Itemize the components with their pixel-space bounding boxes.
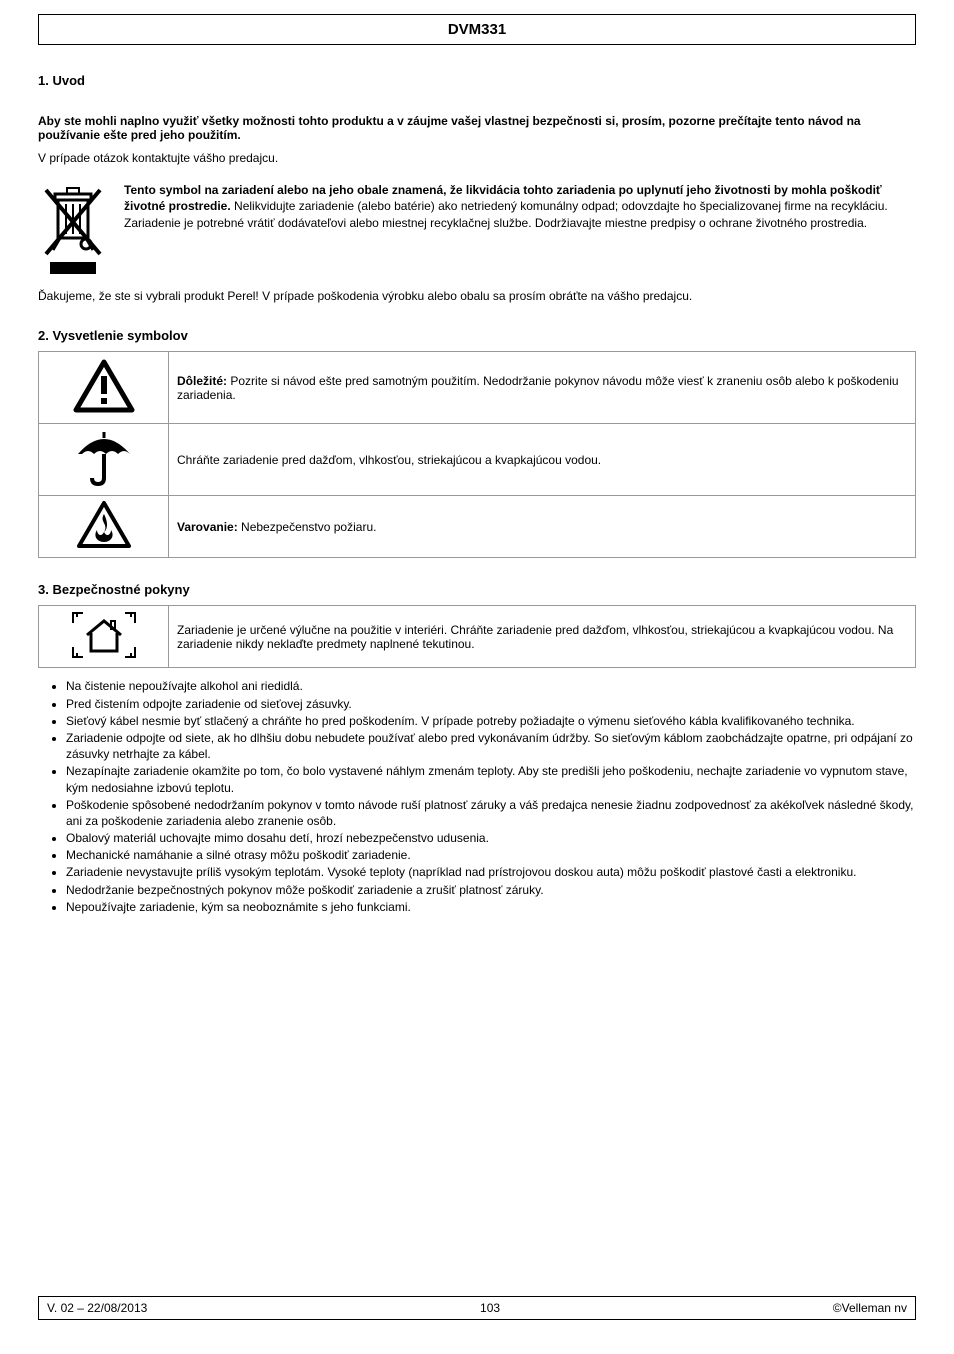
- list-item: Nepoužívajte zariadenie, kým sa neobozná…: [66, 899, 916, 915]
- page-title-box: DVM331: [38, 14, 916, 45]
- warning-icon-cell: [39, 352, 169, 424]
- warning-text-cell: Dôležité: Pozrite si návod ešte pred sam…: [169, 352, 916, 424]
- fire-text-cell: Varovanie: Nebezpečenstvo požiaru.: [169, 496, 916, 558]
- row-rest: Pozrite si návod ešte pred samotným použ…: [177, 374, 899, 402]
- table-row: Chráňte zariadenie pred dažďom, vlhkosťo…: [39, 424, 916, 496]
- weee-icon: [38, 182, 108, 282]
- section3-heading: 3. Bezpečnostné pokyny: [38, 582, 916, 597]
- warning-triangle-icon: [72, 358, 136, 414]
- table-row: Zariadenie je určené výlučne na použitie…: [39, 606, 916, 668]
- list-item: Nedodržanie bezpečnostných pokynov môže …: [66, 882, 916, 898]
- fire-icon-cell: [39, 496, 169, 558]
- list-item: Pred čistením odpojte zariadenie od sieť…: [66, 696, 916, 712]
- list-item: Obalový materiál uchovajte mimo dosahu d…: [66, 830, 916, 846]
- intro-line: V prípade otázok kontaktujte vášho preda…: [38, 150, 916, 166]
- umbrella-icon: [72, 428, 136, 488]
- weee-rest: Nelikvidujte zariadenie (alebo batérie) …: [124, 199, 888, 229]
- umbrella-text-cell: Chráňte zariadenie pred dažďom, vlhkosťo…: [169, 424, 916, 496]
- footer-page-number: 103: [480, 1301, 500, 1315]
- bullet-list: Na čistenie nepoužívajte alkohol ani rie…: [66, 678, 916, 915]
- table-row: Dôležité: Pozrite si návod ešte pred sam…: [39, 352, 916, 424]
- list-item: Sieťový kábel nesmie byť stlačený a chrá…: [66, 713, 916, 729]
- list-item: Poškodenie spôsobené nedodržaním pokynov…: [66, 797, 916, 829]
- symbol-table: Dôležité: Pozrite si návod ešte pred sam…: [38, 351, 916, 558]
- list-item: Nezapínajte zariadenie okamžite po tom, …: [66, 763, 916, 795]
- list-item: Zariadenie odpojte od siete, ak ho dlhši…: [66, 730, 916, 762]
- footer-copyright: ©Velleman nv: [833, 1301, 907, 1315]
- row-bold: Varovanie:: [177, 520, 238, 534]
- weee-row: Tento symbol na zariadení alebo na jeho …: [38, 182, 916, 282]
- fire-warning-icon: [75, 500, 133, 550]
- indoor-text: Zariadenie je určené výlučne na použitie…: [177, 623, 893, 651]
- intro-bold: Aby ste mohli naplno využiť všetky možno…: [38, 114, 916, 142]
- indoor-table: Zariadenie je určené výlučne na použitie…: [38, 605, 916, 668]
- indoor-text-cell: Zariadenie je určené výlučne na použitie…: [169, 606, 916, 668]
- footer-version: V. 02 – 22/08/2013: [47, 1301, 147, 1315]
- umbrella-icon-cell: [39, 424, 169, 496]
- table-row: Varovanie: Nebezpečenstvo požiaru.: [39, 496, 916, 558]
- section1-heading: 1. Uvod: [38, 73, 916, 88]
- row-rest: Nebezpečenstvo požiaru.: [238, 520, 377, 534]
- row-rest: Chráňte zariadenie pred dažďom, vlhkosťo…: [177, 453, 601, 467]
- weee-text: Tento symbol na zariadení alebo na jeho …: [124, 182, 916, 282]
- list-item: Mechanické namáhanie a silné otrasy môžu…: [66, 847, 916, 863]
- indoor-use-icon: [71, 611, 137, 659]
- list-item: Zariadenie nevystavujte príliš vysokým t…: [66, 864, 916, 880]
- list-item: Na čistenie nepoužívajte alkohol ani rie…: [66, 678, 916, 694]
- footer-box: V. 02 – 22/08/2013 103 ©Velleman nv: [38, 1296, 916, 1320]
- indoor-icon-cell: [39, 606, 169, 668]
- thanks-text: Ďakujeme, že ste si vybrali produkt Pere…: [38, 288, 916, 304]
- section2-heading: 2. Vysvetlenie symbolov: [38, 328, 916, 343]
- row-bold: Dôležité:: [177, 374, 227, 388]
- page-title: DVM331: [448, 21, 506, 38]
